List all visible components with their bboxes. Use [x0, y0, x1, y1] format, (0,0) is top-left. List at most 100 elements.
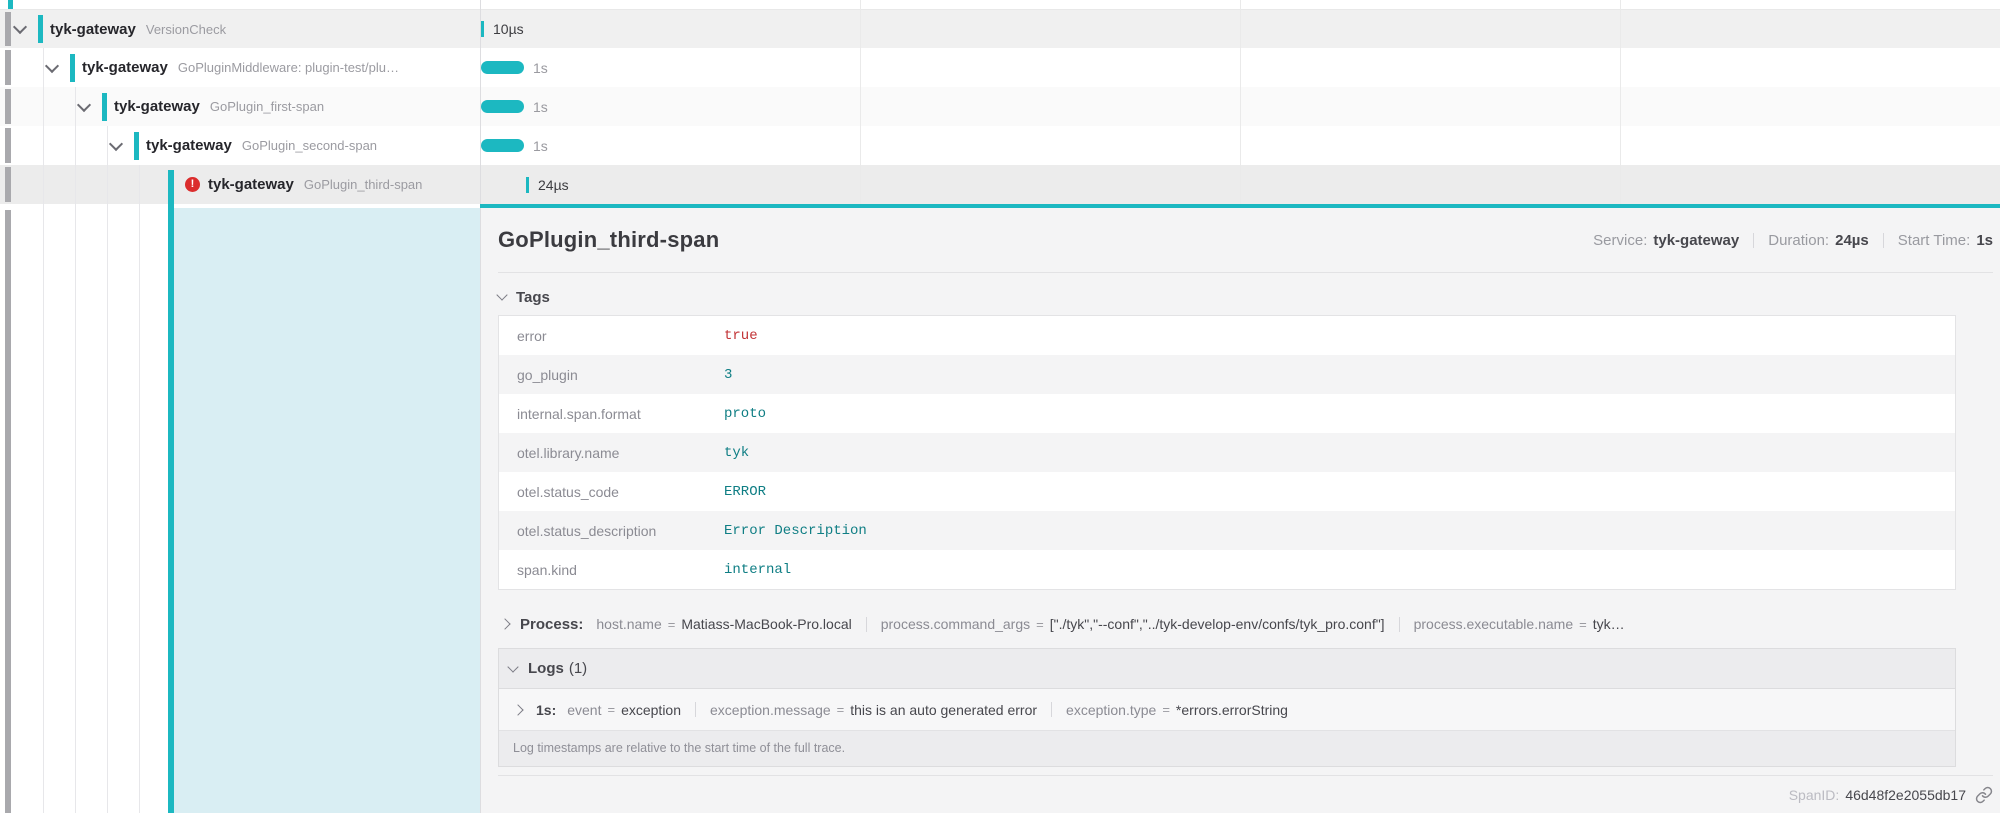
meta-divider — [1883, 233, 1884, 248]
span-duration-tick[interactable] — [481, 21, 484, 37]
tag-key: otel.status_description — [517, 523, 656, 539]
operation-name: GoPlugin_second-span — [242, 138, 377, 153]
span-row-third-span-selected[interactable]: tyk-gateway GoPlugin_third-span 24µs — [0, 165, 2000, 204]
process-key: process.command_args — [881, 616, 1030, 632]
chevron-right-icon[interactable] — [499, 618, 510, 629]
tag-key: otel.library.name — [517, 445, 619, 461]
span-duration-label: 1s — [533, 99, 548, 115]
process-value: tyk… — [1593, 616, 1625, 632]
equals-sign: = — [1036, 617, 1044, 632]
tag-value: ERROR — [724, 484, 766, 500]
span-title: GoPlugin_third-span — [498, 227, 719, 253]
service-color-bar — [38, 15, 43, 43]
chevron-down-icon[interactable] — [77, 97, 91, 111]
service-label: Service: — [1593, 232, 1647, 249]
span-detail-header: GoPlugin_third-span Service: tyk-gateway… — [498, 208, 1993, 273]
span-duration-label: 24µs — [538, 177, 569, 193]
tree-offset-chip — [5, 167, 11, 202]
span-row-second-span[interactable]: tyk-gateway GoPlugin_second-span 1s — [0, 126, 2000, 165]
span-duration-bar[interactable] — [481, 139, 524, 152]
span-detail-panel: GoPlugin_third-span Service: tyk-gateway… — [480, 208, 2000, 813]
log-field-value: exception — [621, 702, 681, 718]
process-section-header[interactable]: Process: host.name = Matiass-MacBook-Pro… — [498, 606, 1993, 642]
duration-value: 24µs — [1835, 232, 1869, 249]
tag-key: otel.status_code — [517, 484, 619, 500]
tag-row: internal.span.format proto — [499, 394, 1955, 433]
tag-key: error — [517, 328, 547, 344]
indent-guide — [75, 87, 76, 813]
indent-guide — [43, 48, 44, 813]
tag-value: proto — [724, 406, 766, 422]
meta-divider — [1753, 233, 1754, 248]
tree-offset-chip — [5, 128, 11, 163]
logs-footnote: Log timestamps are relative to the start… — [499, 731, 1955, 765]
service-name: tyk-gateway — [114, 98, 200, 115]
logs-count: (1) — [569, 660, 587, 677]
tags-section-header[interactable]: Tags — [498, 282, 550, 312]
tags-table: error true go_plugin 3 internal.span.for… — [498, 315, 1956, 590]
tag-value: tyk — [724, 445, 749, 461]
tag-value: Error Description — [724, 523, 867, 539]
log-field-value: *errors.errorString — [1176, 702, 1288, 718]
selected-span-highlight — [174, 208, 480, 813]
link-icon[interactable] — [1975, 786, 1993, 804]
span-duration-bar[interactable] — [481, 100, 524, 113]
service-color-bar — [70, 54, 75, 82]
logs-section: Logs (1) 1s: event = exception exception… — [498, 648, 1956, 767]
span-row-first-span[interactable]: tyk-gateway GoPlugin_first-span 1s — [0, 87, 2000, 126]
service-name: tyk-gateway — [82, 59, 168, 76]
process-value: Matiass-MacBook-Pro.local — [681, 616, 851, 632]
detail-top-accent — [480, 204, 2000, 208]
process-divider — [1399, 617, 1400, 632]
log-timestamp: 1s: — [536, 702, 556, 718]
process-label: Process: — [520, 616, 583, 633]
tag-row: span.kind internal — [499, 550, 1955, 589]
tag-row: error true — [499, 316, 1955, 355]
span-row-versioncheck[interactable]: tyk-gateway VersionCheck 10µs — [0, 10, 2000, 48]
process-key: host.name — [596, 616, 661, 632]
tags-section-label: Tags — [516, 289, 550, 306]
span-meta: Service: tyk-gateway Duration: 24µs Star… — [1593, 232, 1993, 249]
indent-guide — [107, 126, 108, 813]
tree-offset-chip — [5, 50, 11, 85]
operation-name: GoPlugin_third-span — [304, 177, 423, 192]
logs-section-header[interactable]: Logs (1) — [499, 649, 1955, 689]
spanid-value: 46d48f2e2055db17 — [1845, 787, 1966, 803]
equals-sign: = — [1579, 617, 1587, 632]
selected-span-guide — [168, 170, 174, 813]
service-name: tyk-gateway — [208, 176, 294, 193]
error-icon — [185, 177, 200, 192]
operation-name: GoPluginMiddleware: plugin-test/plu… — [178, 60, 399, 75]
spanid-label: SpanID: — [1789, 787, 1840, 803]
tag-row: otel.status_description Error Descriptio… — [499, 511, 1955, 550]
chevron-down-icon[interactable] — [109, 136, 123, 150]
span-row-gopluginmiddleware[interactable]: tyk-gateway GoPluginMiddleware: plugin-t… — [0, 48, 2000, 87]
chevron-down-icon[interactable] — [496, 289, 507, 300]
service-color-bar — [102, 93, 107, 121]
log-field-divider — [695, 702, 696, 717]
tag-row: otel.status_code ERROR — [499, 472, 1955, 511]
log-field-key: exception.type — [1066, 702, 1156, 718]
duration-label: Duration: — [1768, 232, 1829, 249]
tag-value: internal — [724, 562, 791, 578]
span-bar — [8, 0, 13, 9]
span-duration-tick[interactable] — [526, 177, 529, 193]
chevron-down-icon[interactable] — [45, 58, 59, 72]
equals-sign: = — [607, 702, 615, 717]
operation-name: GoPlugin_first-span — [210, 99, 324, 114]
tag-value: true — [724, 328, 758, 344]
span-duration-label: 10µs — [493, 21, 524, 37]
service-name: tyk-gateway — [146, 137, 232, 154]
start-time-label: Start Time: — [1898, 232, 1971, 249]
chevron-down-icon[interactable] — [507, 661, 518, 672]
span-duration-label: 1s — [533, 138, 548, 154]
span-row-partial[interactable] — [0, 0, 2000, 10]
process-divider — [866, 617, 867, 632]
log-field-value: this is an auto generated error — [850, 702, 1037, 718]
log-entry-row[interactable]: 1s: event = exception exception.message … — [499, 689, 1955, 731]
chevron-down-icon[interactable] — [13, 20, 27, 34]
tree-offset-chip — [5, 210, 11, 813]
process-key: process.executable.name — [1414, 616, 1574, 632]
span-duration-bar[interactable] — [481, 61, 524, 74]
chevron-right-icon[interactable] — [512, 704, 523, 715]
